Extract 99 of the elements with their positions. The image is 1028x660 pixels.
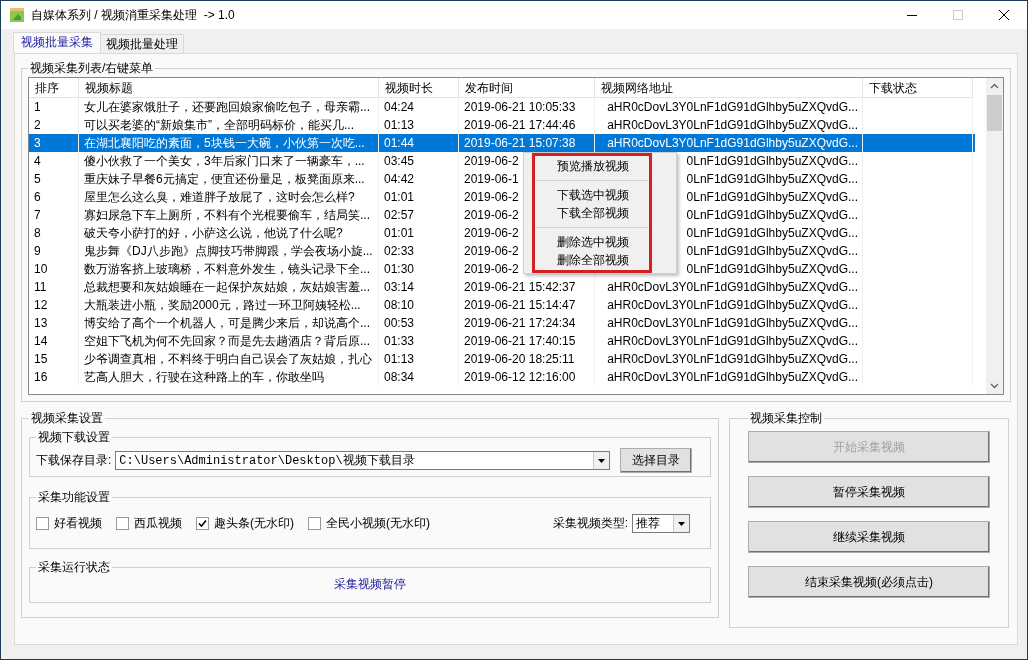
selected-row[interactable]: 3 在湖北襄阳吃的素面，5块钱一大碗，小伙第一次吃... 01:44 2019-06-21 15:07:38 aHR0cDovL3Y0LnF1dG91dGlhby5uZXQvdG... xyxy=(29,134,975,152)
table-cell: 2019-06-21 15:42:37 xyxy=(459,278,595,296)
table-cell: 6 xyxy=(29,188,79,206)
folder-combo[interactable]: C:\Users\Administrator\Desktop\视频下载目录 xyxy=(115,451,611,470)
table-cell: 11 xyxy=(29,278,79,296)
checkbox-box[interactable] xyxy=(196,517,209,530)
table-cell: 01:01 xyxy=(379,224,459,242)
table-cell: 破天夸小萨打的好，小萨这么说，他说了什么呢? xyxy=(79,224,379,242)
table-cell: 9 xyxy=(29,242,79,260)
table-cell: 08:10 xyxy=(379,296,459,314)
table-cell: 12 xyxy=(29,296,79,314)
checkbox-label: 趣头条(无水印) xyxy=(214,515,294,532)
table-cell: 01:30 xyxy=(379,260,459,278)
control-button[interactable]: 继续采集视频 xyxy=(748,521,990,553)
table-cell: aHR0cDovL3Y0LnF1dG91dGlhby5uZXQvdG... xyxy=(595,350,863,368)
group-title: 采集功能设置 xyxy=(37,489,111,506)
table-cell: 鬼步舞《DJ八步跑》点脚技巧带脚跟，学会夜场小旋... xyxy=(79,242,379,260)
column-header[interactable]: 发布时间 xyxy=(459,78,595,98)
table-cell: 少爷调查真相，不料终于明白自己误会了灰姑娘，扎心 xyxy=(79,350,379,368)
table-cell: aHR0cDovL3Y0LnF1dG91dGlhby5uZXQvdG... xyxy=(595,278,863,296)
field-label: 采集视频类型: xyxy=(552,515,628,532)
checkbox-box[interactable] xyxy=(36,517,49,530)
table-cell: 空姐下飞机为何不先回家？而是先去趟酒店？背后原... xyxy=(79,332,379,350)
table-cell: 屋里怎么这么臭，难道胖子放屁了，这时会怎么样? xyxy=(79,188,379,206)
table-cell: 15 xyxy=(29,350,79,368)
column-header[interactable]: 视频标题 xyxy=(79,78,379,98)
table-cell: 5 xyxy=(29,170,79,188)
table-cell: aHR0cDovL3Y0LnF1dG91dGlhby5uZXQvdG... xyxy=(595,98,863,116)
table-cell: 3 xyxy=(29,134,79,152)
group-title: 采集运行状态 xyxy=(37,559,111,576)
checkbox[interactable]: 趣头条(无水印) xyxy=(196,515,294,532)
dropdown-icon[interactable] xyxy=(673,515,689,532)
table-cell: 16 xyxy=(29,368,79,386)
checkbox[interactable]: 好看视频 xyxy=(36,515,102,532)
table-cell: 01:01 xyxy=(379,188,459,206)
table-cell: 02:57 xyxy=(379,206,459,224)
dropdown-icon[interactable] xyxy=(593,452,610,469)
table-cell: 2019-06-21 15:14:47 xyxy=(459,296,595,314)
table-cell: 10 xyxy=(29,260,79,278)
table-cell: 04:24 xyxy=(379,98,459,116)
table-cell: aHR0cDovL3Y0LnF1dG91dGlhby5uZXQvdG... xyxy=(595,368,863,386)
checkbox-box[interactable] xyxy=(308,517,321,530)
table-cell: 重庆妹子早餐6元搞定，便宜还份量足，板凳面原来... xyxy=(79,170,379,188)
table-cell: 2019-06-21 10:05:33 xyxy=(459,98,595,116)
scrollbar[interactable] xyxy=(986,78,1003,394)
table-cell: 01:33 xyxy=(379,332,459,350)
checkbox-box[interactable] xyxy=(116,517,129,530)
column-header[interactable]: 下载状态 xyxy=(863,78,973,98)
table-cell: 艺高人胆大，行驶在这种路上的车，你敢坐吗 xyxy=(79,368,379,386)
table-cell: 傻小伙救了一个美女，3年后家门口来了一辆豪车，... xyxy=(79,152,379,170)
table-cell: 7 xyxy=(29,206,79,224)
column-header[interactable]: 视频时长 xyxy=(379,78,459,98)
status-text: 采集视频暂停 xyxy=(334,577,406,591)
table-cell: 03:45 xyxy=(379,152,459,170)
table-cell: aHR0cDovL3Y0LnF1dG91dGlhby5uZXQvdG... xyxy=(595,314,863,332)
table-cell: 8 xyxy=(29,224,79,242)
table-cell: 1 xyxy=(29,98,79,116)
table-cell: 2019-06-21 17:40:15 xyxy=(459,332,595,350)
table-cell: 14 xyxy=(29,332,79,350)
scroll-thumb[interactable] xyxy=(987,95,1002,131)
group-title: 视频采集控制 xyxy=(749,410,823,427)
table-cell: 2019-06-12 12:16:00 xyxy=(459,368,595,386)
type-combo[interactable]: 推荐 xyxy=(632,514,690,533)
table-cell: 2019-06-20 18:25:11 xyxy=(459,350,595,368)
table-cell: 寡妇尿急下车上厕所，不料有个光棍要偷车，结局笑... xyxy=(79,206,379,224)
table-cell: 大瓶装进小瓶，奖励2000元，路过一环卫阿姨轻松... xyxy=(79,296,379,314)
tab[interactable]: 视频批量处理 xyxy=(100,34,184,53)
table-cell: 女儿在婆家饿肚子，还要跑回娘家偷吃包子，母亲霸... xyxy=(79,98,379,116)
table-cell: 02:33 xyxy=(379,242,459,260)
checkbox[interactable]: 西瓜视频 xyxy=(116,515,182,532)
table-cell: 数万游客挤上玻璃桥，不料意外发生，镜头记录下全... xyxy=(79,260,379,278)
app-icon xyxy=(9,7,25,23)
table-cell: 08:34 xyxy=(379,368,459,386)
table-cell: 博安给了高个一个机器人，可是腾少来后，却说高个... xyxy=(79,314,379,332)
tab[interactable]: 视频批量采集 xyxy=(13,32,101,53)
table-cell: 04:42 xyxy=(379,170,459,188)
browse-button[interactable]: 选择目录 xyxy=(620,448,693,473)
column-header[interactable]: 视频网络地址 xyxy=(595,78,863,98)
table-cell: 4 xyxy=(29,152,79,170)
table-cell: 在湖北襄阳吃的素面，5块钱一大碗，小伙第一次吃... xyxy=(79,134,379,152)
table-cell: 00:53 xyxy=(379,314,459,332)
group-title: 视频采集列表/右键菜单 xyxy=(29,60,155,77)
window-title: 自媒体系列 / 视频消重采集处理 -> 1.0 xyxy=(31,6,235,24)
table-cell: 总裁想要和灰姑娘睡在一起保护灰姑娘，灰姑娘害羞... xyxy=(79,278,379,296)
column-header[interactable]: 排序 xyxy=(29,78,79,98)
table-cell: 01:44 xyxy=(379,134,459,152)
control-button[interactable]: 暂停采集视频 xyxy=(748,476,990,508)
table-cell: 03:14 xyxy=(379,278,459,296)
group-title: 视频采集设置 xyxy=(30,410,104,427)
table-cell: 13 xyxy=(29,314,79,332)
table-cell: aHR0cDovL3Y0LnF1dG91dGlhby5uZXQvdG... xyxy=(595,332,863,350)
table-cell: aHR0cDovL3Y0LnF1dG91dGlhby5uZXQvdG... xyxy=(595,296,863,314)
field-label: 下载保存目录: xyxy=(36,452,112,469)
checkbox-label: 西瓜视频 xyxy=(134,515,182,532)
checkbox-label: 好看视频 xyxy=(54,515,102,532)
control-button[interactable]: 结束采集视频(必须点击) xyxy=(748,566,990,598)
table-cell: 2019-06-21 17:24:34 xyxy=(459,314,595,332)
group-title: 视频下载设置 xyxy=(37,429,111,446)
table-cell: 01:13 xyxy=(379,350,459,368)
